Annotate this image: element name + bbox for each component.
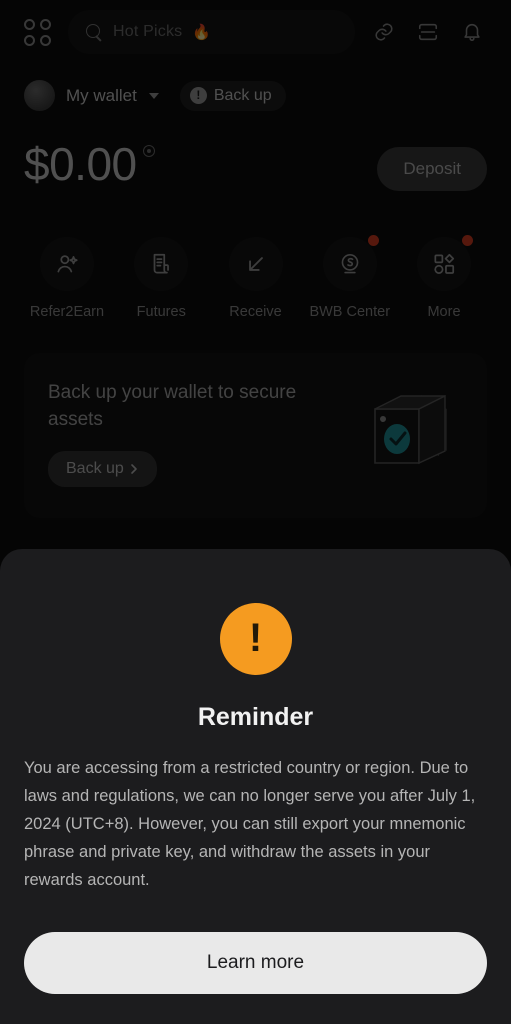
action-label: BWB Center	[309, 304, 391, 320]
notification-badge-dot	[462, 235, 473, 246]
backup-pill-label: Back up	[213, 86, 272, 104]
backup-pill-button[interactable]: ! Back up	[179, 80, 286, 111]
wallet-selector-row: My wallet ! Back up	[24, 80, 487, 111]
action-receive[interactable]: Receive	[213, 237, 299, 320]
balance-amount-group: $0.00	[24, 137, 155, 191]
balance-amount: $0.00	[24, 138, 137, 190]
action-label: More	[427, 304, 461, 320]
modal-title: Reminder	[197, 703, 314, 731]
search-icon	[86, 23, 103, 41]
eye-icon[interactable]	[142, 145, 155, 157]
avatar[interactable]	[24, 80, 55, 111]
search-placeholder-text: Hot Picks	[113, 23, 183, 40]
modal-body-text: You are accessing from a restricted coun…	[24, 759, 476, 889]
learn-more-button[interactable]: Learn more	[24, 932, 487, 994]
bell-icon[interactable]	[457, 17, 487, 47]
link-icon[interactable]	[369, 17, 399, 47]
chevron-right-icon	[131, 464, 137, 474]
backup-card-button[interactable]: Back up	[48, 451, 157, 487]
action-bwb-center[interactable]: BWB Center	[307, 235, 393, 320]
document-icon	[134, 237, 189, 291]
top-bar: Hot Picks 🔥	[24, 0, 487, 58]
action-more[interactable]: More	[401, 235, 487, 320]
reminder-modal: ! Reminder You are accessing from a rest…	[0, 549, 511, 1024]
deposit-button[interactable]: Deposit	[377, 147, 487, 191]
backup-card-button-label: Back up	[66, 460, 124, 477]
backup-promo-card[interactable]: Back up your wallet to secure assets Bac…	[24, 353, 487, 518]
user-plus-icon	[40, 237, 94, 291]
grid-circles-icon[interactable]	[24, 17, 54, 47]
notebook-check-icon	[361, 389, 453, 484]
action-label: Refer2Earn	[29, 304, 105, 320]
exclamation-circle-icon: !	[219, 603, 292, 675]
notification-badge-dot	[367, 235, 379, 246]
chevron-down-icon[interactable]	[148, 92, 159, 99]
action-label: Receive	[229, 304, 282, 320]
scan-icon[interactable]	[413, 17, 443, 47]
grid-shapes-icon	[417, 237, 471, 291]
wallet-name-label[interactable]: My wallet	[66, 86, 137, 106]
arrow-down-left-icon	[228, 237, 283, 291]
quick-actions-row: Refer2Earn Futures Receive BWB Center Mo…	[24, 235, 487, 320]
fire-emoji-icon: 🔥	[192, 24, 212, 41]
action-label: Futures	[136, 304, 186, 320]
backup-card-title: Back up your wallet to secure assets	[48, 382, 297, 430]
balance-row: $0.00 Deposit	[24, 137, 487, 191]
warning-icon: !	[189, 87, 207, 104]
action-refer2earn[interactable]: Refer2Earn	[24, 237, 110, 320]
action-futures[interactable]: Futures	[118, 237, 204, 320]
search-input[interactable]: Hot Picks 🔥	[68, 10, 355, 54]
exclamation-mark: !	[248, 615, 263, 660]
bwb-logo-icon	[322, 237, 377, 291]
wallet-app-screen: Hot Picks 🔥 My wallet ! Back up $0.00 De…	[0, 0, 511, 1024]
